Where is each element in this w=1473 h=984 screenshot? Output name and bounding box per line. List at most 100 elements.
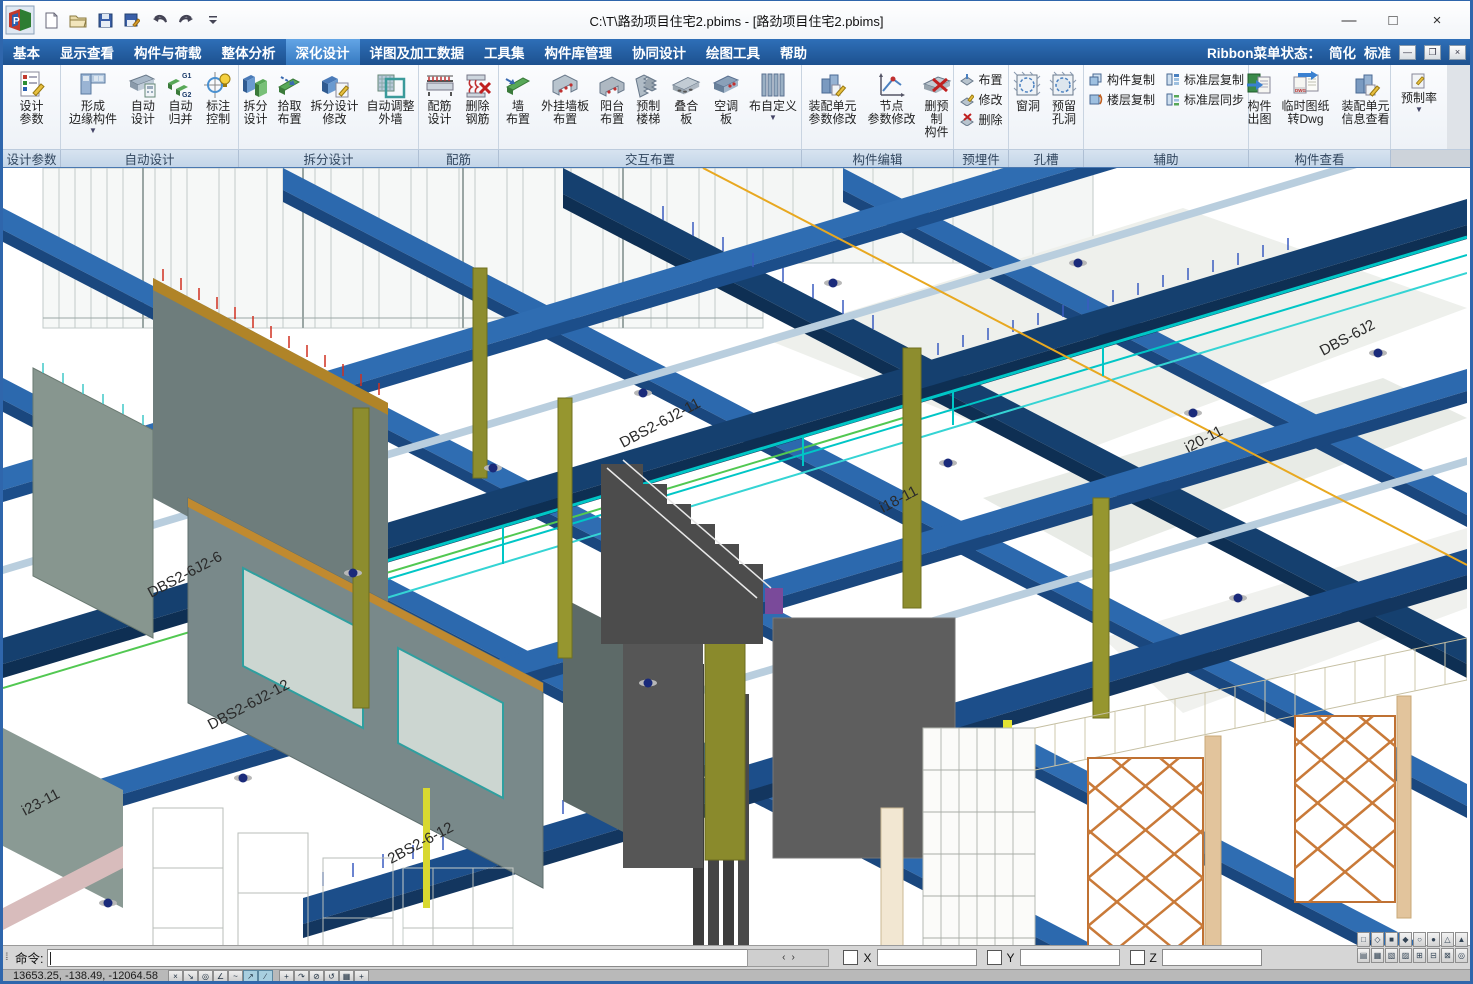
rebar-design-button[interactable]: 配筋 设计 bbox=[421, 67, 459, 127]
osnap-toggle[interactable]: ~ bbox=[228, 970, 243, 982]
zoom-extents-tool[interactable]: ▤ bbox=[1357, 948, 1370, 963]
full-view-tool[interactable]: ◎ bbox=[1455, 948, 1468, 963]
crosshair-toggle[interactable]: + bbox=[354, 970, 369, 982]
z-checkbox[interactable] bbox=[1130, 950, 1145, 965]
balcony-layout-button[interactable]: 阳台 布置 bbox=[594, 67, 630, 127]
doc-close-button[interactable]: × bbox=[1449, 45, 1466, 60]
snap-toggle[interactable]: × bbox=[168, 970, 183, 982]
assembly-unit-param-edit-button[interactable]: 装配单元 参数修改 bbox=[802, 67, 864, 127]
design-params-button[interactable]: 设计 参数 bbox=[13, 67, 51, 127]
tab-display-view[interactable]: 显示查看 bbox=[50, 39, 124, 65]
minimize-button[interactable]: — bbox=[1334, 7, 1364, 33]
undo-view-toggle[interactable]: ↺ bbox=[324, 970, 339, 982]
x-input[interactable] bbox=[877, 949, 977, 966]
maximize-button[interactable]: □ bbox=[1378, 7, 1408, 33]
save-icon[interactable] bbox=[95, 10, 115, 30]
tab-collaborative-design[interactable]: 协同设计 bbox=[622, 39, 696, 65]
view-tool-top[interactable]: ○ bbox=[1413, 932, 1426, 947]
select-toggle[interactable]: + bbox=[279, 970, 294, 982]
embed-edit-button[interactable]: 修改 bbox=[957, 90, 1004, 109]
tab-library-manage[interactable]: 构件库管理 bbox=[535, 39, 623, 65]
view-tool-iso-ne[interactable]: □ bbox=[1357, 932, 1370, 947]
tab-help[interactable]: 帮助 bbox=[770, 39, 817, 65]
view-tool-front[interactable]: △ bbox=[1441, 932, 1454, 947]
qat-customize-icon[interactable] bbox=[203, 10, 223, 30]
noplot-toggle[interactable]: ⊘ bbox=[309, 970, 324, 982]
grid-toggle[interactable]: ↘ bbox=[183, 970, 198, 982]
tab-detailed-design[interactable]: 深化设计 bbox=[286, 39, 360, 65]
form-edge-members-button[interactable]: 形成 边缘构件 ▼ bbox=[62, 67, 124, 135]
standard-floor-sync-button[interactable]: 标准层同步 bbox=[1163, 90, 1246, 109]
command-history-scrollbar[interactable]: ‹ › bbox=[747, 949, 829, 967]
tab-drawings-data[interactable]: 详图及加工数据 bbox=[360, 39, 475, 65]
scroll-right-icon[interactable]: › bbox=[791, 952, 794, 963]
custom-layout-button[interactable]: 布自定义 ▼ bbox=[746, 67, 800, 122]
save-as-icon[interactable] bbox=[122, 10, 142, 30]
delete-precast-button[interactable]: 删预制 构件 bbox=[920, 67, 954, 140]
command-bar-grip[interactable]: ⁞⁞ bbox=[5, 952, 13, 963]
undo-icon[interactable] bbox=[149, 10, 169, 30]
y-input[interactable] bbox=[1020, 949, 1120, 966]
view-tool-iso-se[interactable]: ■ bbox=[1385, 932, 1398, 947]
redo-icon[interactable] bbox=[176, 10, 196, 30]
tab-drawing-tools[interactable]: 绘图工具 bbox=[696, 39, 770, 65]
doc-restore-button[interactable]: ❐ bbox=[1424, 45, 1441, 60]
embed-place-button[interactable]: 布置 bbox=[957, 70, 1004, 89]
open-file-icon[interactable] bbox=[68, 10, 88, 30]
temp-drawing-to-dwg-button[interactable]: DWG 临时图纸 转Dwg bbox=[1277, 67, 1335, 127]
prefab-rate-button[interactable]: 预制率 ▼ bbox=[1398, 67, 1440, 114]
ribbon-state-simplified[interactable]: 简化 bbox=[1329, 42, 1356, 62]
split-design-edit-button[interactable]: 拆分设计 修改 bbox=[307, 67, 363, 127]
zoom-previous-tool[interactable]: ▨ bbox=[1399, 948, 1412, 963]
wall-layout-button[interactable]: 墙 布置 bbox=[500, 67, 536, 127]
ortho-toggle[interactable]: ◎ bbox=[198, 970, 213, 982]
dyn-toggle[interactable]: ∕ bbox=[258, 970, 273, 982]
doc-minimize-button[interactable]: — bbox=[1399, 45, 1416, 60]
app-logo-icon[interactable]: P bbox=[5, 5, 35, 35]
auto-adjust-exterior-wall-button[interactable]: 自动调整 外墙 bbox=[363, 67, 419, 127]
rotate-right-tool[interactable]: ⊟ bbox=[1427, 948, 1440, 963]
model-viewport[interactable]: DBS2-6J2-11 i18-11 i20-11 i23-11 DBS2-6J… bbox=[3, 167, 1470, 945]
tab-toolset[interactable]: 工具集 bbox=[474, 39, 535, 65]
new-file-icon[interactable] bbox=[41, 10, 61, 30]
rotate-left-tool[interactable]: ⊞ bbox=[1413, 948, 1426, 963]
ribbon-state-standard[interactable]: 标准 bbox=[1364, 42, 1391, 62]
annotation-control-button[interactable]: 标注 控制 bbox=[199, 67, 237, 127]
view-tool-bottom[interactable]: ● bbox=[1427, 932, 1440, 947]
polar-toggle[interactable]: ∠ bbox=[213, 970, 228, 982]
auto-design-button[interactable]: 自动 设计 bbox=[124, 67, 162, 127]
view-tool-iso-nw[interactable]: ◇ bbox=[1371, 932, 1384, 947]
shade-mode-tool[interactable]: ⊠ bbox=[1441, 948, 1454, 963]
component-drawing-button[interactable]: 构件 出图 bbox=[1243, 67, 1277, 127]
composite-slab-button[interactable]: 叠合板 bbox=[666, 67, 706, 127]
floor-copy-button[interactable]: 楼层复制 bbox=[1086, 90, 1157, 109]
view-tool-back[interactable]: ▲ bbox=[1455, 932, 1468, 947]
node-param-edit-button[interactable]: 节点 参数修改 bbox=[864, 67, 920, 127]
command-input[interactable] bbox=[47, 949, 747, 967]
reserved-hole-button[interactable]: 预留 孔洞 bbox=[1046, 67, 1082, 127]
scroll-left-icon[interactable]: ‹ bbox=[782, 952, 785, 963]
y-checkbox[interactable] bbox=[987, 950, 1002, 965]
gridmesh-toggle[interactable]: ▦ bbox=[339, 970, 354, 982]
view-tool-iso-sw[interactable]: ◆ bbox=[1399, 932, 1412, 947]
auto-merge-button[interactable]: G1G2 自动 归并 bbox=[162, 67, 200, 127]
tab-global-analysis[interactable]: 整体分析 bbox=[212, 39, 286, 65]
exterior-panel-layout-button[interactable]: 外挂墙板 布置 bbox=[536, 67, 594, 127]
pan-toggle[interactable]: ↷ bbox=[294, 970, 309, 982]
split-design-button[interactable]: 拆分 设计 bbox=[239, 67, 273, 127]
x-checkbox[interactable] bbox=[843, 950, 858, 965]
tab-basic[interactable]: 基本 bbox=[3, 39, 50, 65]
assembly-unit-info-button[interactable]: 装配单元 信息查看 bbox=[1335, 67, 1397, 127]
component-copy-button[interactable]: 构件复制 bbox=[1086, 70, 1157, 89]
embed-delete-button[interactable]: 删除 bbox=[957, 110, 1004, 129]
delete-rebar-button[interactable]: 删除 钢筋 bbox=[459, 67, 497, 127]
tab-components-loads[interactable]: 构件与荷载 bbox=[124, 39, 212, 65]
ac-slab-button[interactable]: 空调板 bbox=[706, 67, 746, 127]
pan-tool[interactable]: ▦ bbox=[1371, 948, 1384, 963]
pick-place-button[interactable]: 拾取 布置 bbox=[273, 67, 307, 127]
standard-floor-copy-button[interactable]: 标准层复制 bbox=[1163, 70, 1246, 89]
z-input[interactable] bbox=[1162, 949, 1262, 966]
close-button[interactable]: × bbox=[1422, 7, 1452, 33]
precast-stair-button[interactable]: 预制 楼梯 bbox=[630, 67, 666, 127]
window-opening-button[interactable]: 窗洞 bbox=[1010, 67, 1046, 114]
